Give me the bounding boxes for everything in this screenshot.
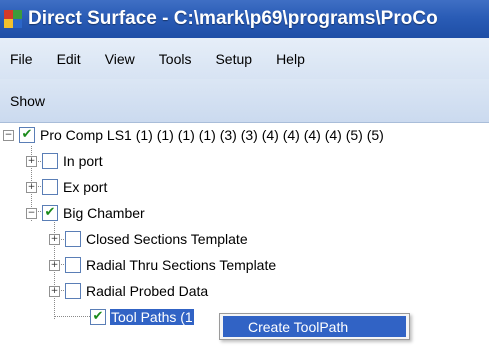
context-menu: Create ToolPath [219, 313, 410, 340]
window-title: Direct Surface - C:\mark\p69\programs\Pr… [28, 8, 438, 29]
expand-icon[interactable]: + [26, 155, 37, 167]
tree-node-label[interactable]: In port [62, 153, 104, 169]
tree-node-big-chamber[interactable]: − ✔ Big Chamber [26, 202, 146, 224]
menu-setup[interactable]: Setup [203, 38, 264, 79]
tree-node-label[interactable]: Pro Comp LS1 (1) (1) (1) (1) (3) (3) (4)… [39, 127, 385, 143]
menu-edit[interactable]: Edit [45, 38, 93, 79]
checkbox-radial-thru[interactable] [65, 257, 81, 273]
show-button[interactable]: Show [0, 93, 45, 109]
checkbox-root[interactable]: ✔ [19, 127, 35, 143]
tree-node-root[interactable]: − ✔ Pro Comp LS1 (1) (1) (1) (1) (3) (3)… [3, 124, 385, 146]
tree-node-in-port[interactable]: + In port [26, 150, 104, 172]
collapse-icon[interactable]: − [3, 129, 14, 141]
tree-node-ex-port[interactable]: + Ex port [26, 176, 108, 198]
tree-node-radial-thru[interactable]: + Radial Thru Sections Template [49, 254, 277, 276]
tree-node-label[interactable]: Closed Sections Template [85, 231, 249, 247]
menu-file[interactable]: File [0, 38, 45, 79]
tree-node-label[interactable]: Radial Thru Sections Template [85, 257, 277, 273]
menu-view[interactable]: View [93, 38, 147, 79]
tree-node-label[interactable]: Big Chamber [62, 205, 146, 221]
checkbox-radial-probed[interactable] [65, 283, 81, 299]
menu-help[interactable]: Help [264, 38, 317, 79]
toolbar: Show [0, 79, 489, 123]
tree-node-label[interactable]: Ex port [62, 179, 108, 195]
checkbox-closed-sections[interactable] [65, 231, 81, 247]
expand-icon[interactable]: + [26, 181, 37, 193]
menu-tools[interactable]: Tools [147, 38, 204, 79]
tree-line [54, 316, 90, 317]
checkbox-in-port[interactable] [42, 153, 58, 169]
tree-node-tool-paths[interactable]: ✔ Tool Paths (1 [90, 306, 194, 328]
title-bar[interactable]: Direct Surface - C:\mark\p69\programs\Pr… [0, 0, 489, 38]
collapse-icon[interactable]: − [26, 207, 37, 219]
tree-node-closed-sections[interactable]: + Closed Sections Template [49, 228, 249, 250]
checkbox-big-chamber[interactable]: ✔ [42, 205, 58, 221]
checkbox-ex-port[interactable] [42, 179, 58, 195]
menu-bar: File Edit View Tools Setup Help [0, 38, 489, 79]
expand-icon[interactable]: + [49, 233, 60, 245]
tree-node-label[interactable]: Tool Paths (1 [110, 309, 194, 325]
tree-node-label[interactable]: Radial Probed Data [85, 283, 209, 299]
create-toolpath-menu-item[interactable]: Create ToolPath [223, 316, 406, 337]
app-icon[interactable] [4, 10, 22, 28]
tree-node-radial-probed[interactable]: + Radial Probed Data [49, 280, 209, 302]
expand-icon[interactable]: + [49, 285, 60, 297]
checkbox-tool-paths[interactable]: ✔ [90, 309, 106, 325]
expand-icon[interactable]: + [49, 259, 60, 271]
